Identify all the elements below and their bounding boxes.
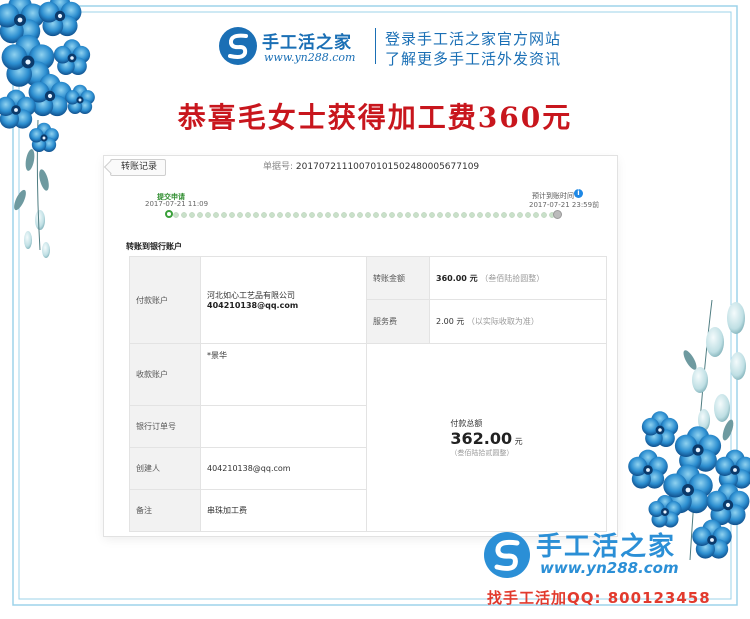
creator-label: 创建人: [129, 447, 201, 490]
payer-company: 河北如心工艺品有限公司: [207, 291, 295, 300]
payer-label: 付款账户: [129, 256, 201, 344]
fee-label: 服务费: [366, 299, 430, 344]
memo-label: 备注: [129, 489, 201, 532]
transfer-record-card: 转账记录 单据号: 201707211100701015024800056771…: [104, 156, 617, 536]
account-details-table: 付款账户 河北如心工艺品有限公司 404210138@qq.com 转账金额 3…: [129, 256, 607, 532]
fee-note: （以实际收取为准）: [466, 317, 539, 326]
order-number-value: 20170721110070101502480005677109: [295, 162, 480, 172]
brand-name: 手工活之家: [262, 33, 352, 53]
amount-label: 转账金额: [366, 256, 430, 300]
total-label: 付款总额: [450, 418, 483, 428]
flower-cluster-bottom-right: [628, 299, 750, 561]
payer-cell: 河北如心工艺品有限公司 404210138@qq.com: [200, 256, 367, 344]
total-caps: （叁佰陆拾贰圆整）: [450, 448, 514, 457]
payee-label: 收款账户: [129, 343, 201, 406]
bank-order-label: 银行订单号: [129, 405, 201, 448]
footer-brand-url: www.yn288.com: [540, 559, 679, 577]
payer-email: 404210138@qq.com: [207, 301, 299, 310]
section-title: 转账到银行账户: [126, 242, 182, 251]
bank-order-value: [200, 405, 367, 448]
step-submit-time: 2017-07-21 11:09: [145, 200, 209, 208]
back-to-records-button[interactable]: 转账记录: [110, 159, 167, 176]
amount-value: 360.00 元: [436, 273, 478, 283]
header-divider: [375, 28, 376, 64]
info-icon[interactable]: i: [574, 189, 583, 198]
total-amount: 362.00: [450, 428, 513, 448]
slogan-line-1: 登录手工活之家官方网站: [385, 30, 562, 48]
memo-value: 串珠加工费: [200, 489, 367, 532]
slogan-line-2: 了解更多手工活外发资讯: [385, 50, 562, 68]
order-number: 单据号: 20170721110070101502480005677109: [263, 159, 479, 172]
footer-logo-icon: [484, 532, 530, 578]
order-number-label: 单据号:: [263, 162, 294, 172]
amount-cell: 360.00 元 （叁佰陆拾圆整）: [429, 256, 607, 300]
brand-url: www.yn288.com: [264, 51, 356, 64]
fee-value: 2.00 元: [436, 317, 465, 326]
step-start-dot: [165, 210, 173, 218]
amount-caps: （叁佰陆拾圆整）: [480, 273, 545, 283]
fee-cell: 2.00 元 （以实际收取为准）: [429, 299, 607, 344]
step-end-dot: [553, 210, 562, 219]
page-headline: 恭喜毛女士获得加工费360元: [177, 101, 573, 134]
footer-qq-contact: 找手工活加QQ: 800123458: [487, 589, 711, 607]
footer-brand-logo[interactable]: 手工活之家 www.yn288.com: [482, 526, 712, 586]
creator-value: 404210138@qq.com: [200, 447, 367, 490]
progress-track: [173, 212, 555, 218]
payee-value: *景华: [200, 343, 367, 406]
footer-brand-name: 手工活之家: [536, 532, 677, 562]
step-arrival-time: 2017-07-21 23:59前: [529, 201, 600, 209]
total-cell: 付款总额 362.00 元 （叁佰陆拾贰圆整）: [366, 343, 607, 532]
brand-logo[interactable]: 手工活之家 www.yn288.com: [218, 26, 370, 68]
brand-logo-icon: [219, 27, 257, 65]
total-unit: 元: [514, 436, 523, 446]
